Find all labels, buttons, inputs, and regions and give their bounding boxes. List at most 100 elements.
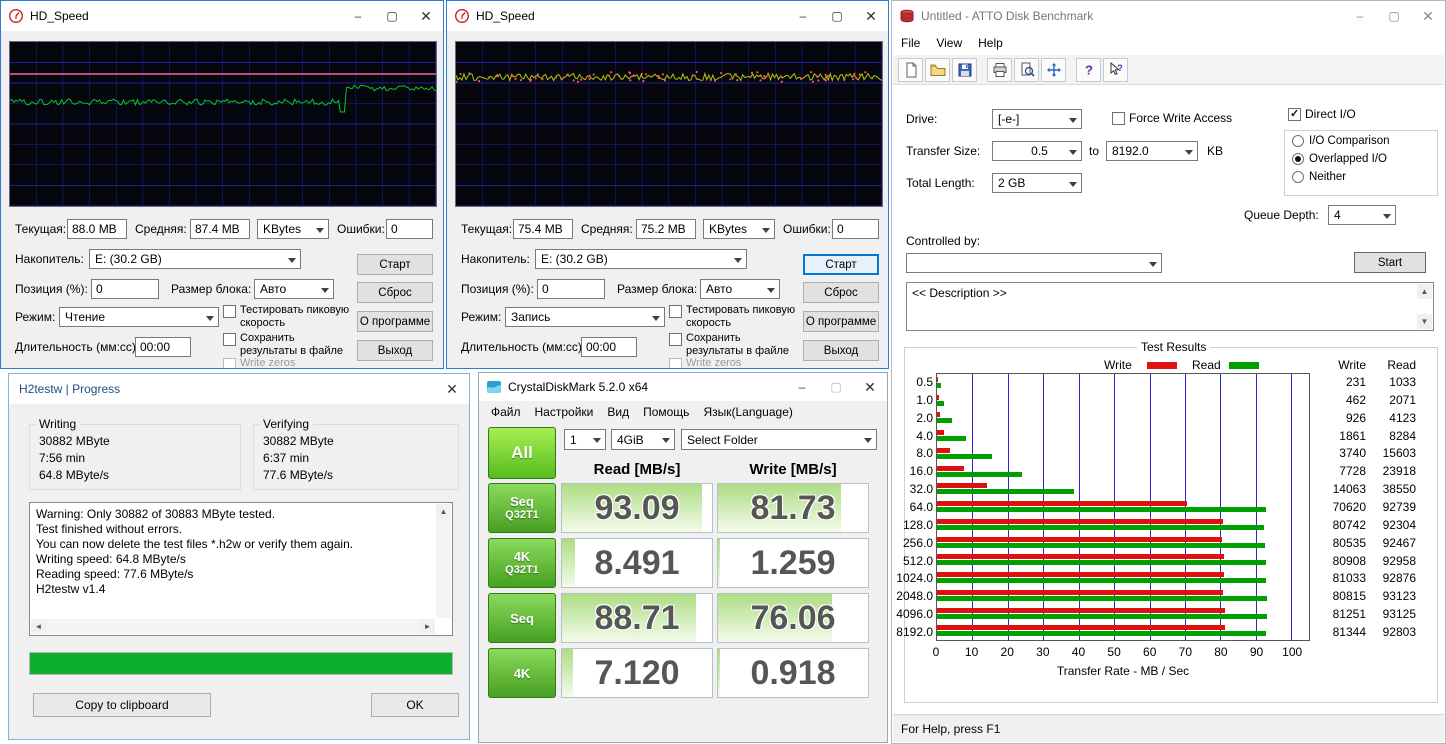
io-comparison-radio[interactable]: I/O Comparison (1292, 135, 1390, 147)
scroll-up-icon[interactable]: ▲ (1417, 284, 1432, 299)
menu-help[interactable]: Help (970, 36, 1011, 50)
units-dropdown[interactable]: KBytes (257, 219, 329, 239)
help-button[interactable]: ? (1076, 58, 1101, 82)
error-dot (514, 78, 516, 80)
duration-input[interactable]: 00:00 (135, 337, 191, 357)
close-button[interactable]: ✕ (854, 1, 888, 31)
target-folder-dropdown[interactable]: Select Folder (681, 429, 877, 450)
titlebar[interactable]: CrystalDiskMark 5.2.0 x64 – ▢ ✕ (479, 373, 887, 401)
titlebar[interactable]: H2testw | Progress ✕ (9, 374, 469, 404)
menu-settings[interactable]: Настройки (528, 405, 601, 419)
new-file-button[interactable] (898, 58, 923, 82)
controlled-by-dropdown[interactable] (906, 253, 1162, 273)
drive-dropdown[interactable]: E: (30.2 GB) (89, 249, 301, 269)
reset-button[interactable]: Сброс (803, 282, 879, 303)
start-button[interactable]: Старт (357, 254, 433, 275)
drive-dropdown[interactable]: [-e-] (992, 109, 1082, 129)
radio-label: Neither (1309, 171, 1346, 183)
horizontal-scrollbar[interactable] (31, 619, 435, 634)
start-button[interactable]: Start (1354, 252, 1426, 273)
transfer-from-dropdown[interactable]: 0.5 (992, 141, 1082, 161)
exit-button[interactable]: Выход (803, 340, 879, 361)
open-file-button[interactable] (925, 58, 950, 82)
transfer-to-dropdown[interactable]: 8192.0 (1106, 141, 1198, 161)
direct-io-checkbox[interactable]: Direct I/O (1288, 107, 1408, 121)
close-button[interactable]: ✕ (409, 1, 443, 31)
scroll-up-icon[interactable]: ▲ (436, 504, 451, 519)
force-write-access-checkbox[interactable]: Force Write Access (1112, 111, 1272, 125)
peak-speed-checkbox[interactable]: Тестировать пиковую скорость (669, 304, 797, 329)
start-button[interactable]: Старт (803, 254, 879, 275)
seq-q32t1-button[interactable]: SeqQ32T1 (488, 483, 556, 533)
scroll-down-icon[interactable]: ▼ (1417, 314, 1432, 329)
description-box[interactable]: << Description >> ▲ ▼ (906, 282, 1434, 331)
ok-button[interactable]: OK (371, 693, 459, 717)
vertical-scrollbar[interactable] (436, 504, 451, 618)
exit-button[interactable]: Выход (357, 340, 433, 361)
block-size-dropdown[interactable]: Авто (700, 279, 780, 299)
titlebar[interactable]: HD_Speed – ▢ ✕ (447, 1, 888, 31)
move-tool-button[interactable] (1041, 58, 1066, 82)
minimize-button[interactable]: – (785, 373, 819, 401)
save-file-button[interactable] (952, 58, 977, 82)
position-input[interactable]: 0 (537, 279, 605, 299)
chevron-down-icon (662, 438, 670, 447)
seq-button[interactable]: Seq (488, 593, 556, 643)
scroll-right-icon[interactable]: ► (420, 619, 435, 634)
test-size-dropdown[interactable]: 4GiB (611, 429, 675, 450)
4k-q32t1-button[interactable]: 4KQ32T1 (488, 538, 556, 588)
scroll-left-icon[interactable]: ◄ (31, 619, 46, 634)
about-button[interactable]: О программе (803, 311, 879, 332)
drive-dropdown[interactable]: E: (30.2 GB) (535, 249, 747, 269)
menu-file[interactable]: File (893, 36, 928, 50)
print-button[interactable] (987, 58, 1012, 82)
queue-depth-dropdown[interactable]: 4 (1328, 205, 1396, 225)
minimize-button[interactable]: – (1343, 1, 1377, 31)
position-input[interactable]: 0 (91, 279, 159, 299)
test-count-dropdown[interactable]: 1 (564, 429, 606, 450)
mode-dropdown[interactable]: Запись (505, 307, 665, 327)
neither-radio[interactable]: Neither (1292, 171, 1346, 183)
maximize-button[interactable]: ▢ (1377, 1, 1411, 31)
print-preview-button[interactable] (1014, 58, 1039, 82)
peak-speed-checkbox[interactable]: Тестировать пиковую скорость (223, 304, 351, 329)
context-help-button[interactable]: ? (1103, 58, 1128, 82)
4k-q32t1-read-cell: 8.491 (561, 538, 713, 588)
save-results-checkbox[interactable]: Сохранить результаты в файле (223, 332, 351, 357)
read-bar (937, 472, 1022, 477)
menu-language[interactable]: Язык(Language) (696, 405, 799, 419)
4k-button[interactable]: 4K (488, 648, 556, 698)
close-button[interactable]: ✕ (853, 373, 887, 401)
menu-help[interactable]: Помощь (636, 405, 696, 419)
chevron-down-icon (206, 316, 214, 325)
maximize-button[interactable]: ▢ (820, 1, 854, 31)
description-text: << Description >> (912, 286, 1007, 300)
menu-file[interactable]: Файл (484, 405, 528, 419)
read-bar (937, 631, 1266, 636)
run-all-button[interactable]: All (488, 427, 556, 479)
menu-view[interactable]: View (928, 36, 970, 50)
error-dot (756, 71, 758, 73)
maximize-button[interactable]: ▢ (375, 1, 409, 31)
titlebar[interactable]: HD_Speed – ▢ ✕ (1, 1, 443, 31)
reset-button[interactable]: Сброс (357, 282, 433, 303)
close-button[interactable]: ✕ (1411, 1, 1445, 31)
block-size-dropdown[interactable]: Авто (254, 279, 334, 299)
mode-dropdown[interactable]: Чтение (59, 307, 219, 327)
close-button[interactable]: ✕ (435, 374, 469, 404)
minimize-button[interactable]: – (786, 1, 820, 31)
save-results-checkbox[interactable]: Сохранить результаты в файле (669, 332, 797, 357)
write-bar (937, 590, 1223, 595)
result-log[interactable]: Warning: Only 30882 of 30883 MByte teste… (29, 502, 453, 636)
overlapped-io-radio[interactable]: Overlapped I/O (1292, 153, 1387, 165)
total-length-dropdown[interactable]: 2 GB (992, 173, 1082, 193)
menu-view[interactable]: Вид (600, 405, 636, 419)
units-dropdown[interactable]: KBytes (703, 219, 775, 239)
minimize-button[interactable]: – (341, 1, 375, 31)
duration-input[interactable]: 00:00 (581, 337, 637, 357)
copy-to-clipboard-button[interactable]: Copy to clipboard (33, 693, 211, 717)
titlebar[interactable]: Untitled - ATTO Disk Benchmark – ▢ ✕ (892, 1, 1445, 31)
write-value: 14063 (1312, 480, 1366, 498)
read-bar (937, 489, 1074, 494)
about-button[interactable]: О программе (357, 311, 433, 332)
